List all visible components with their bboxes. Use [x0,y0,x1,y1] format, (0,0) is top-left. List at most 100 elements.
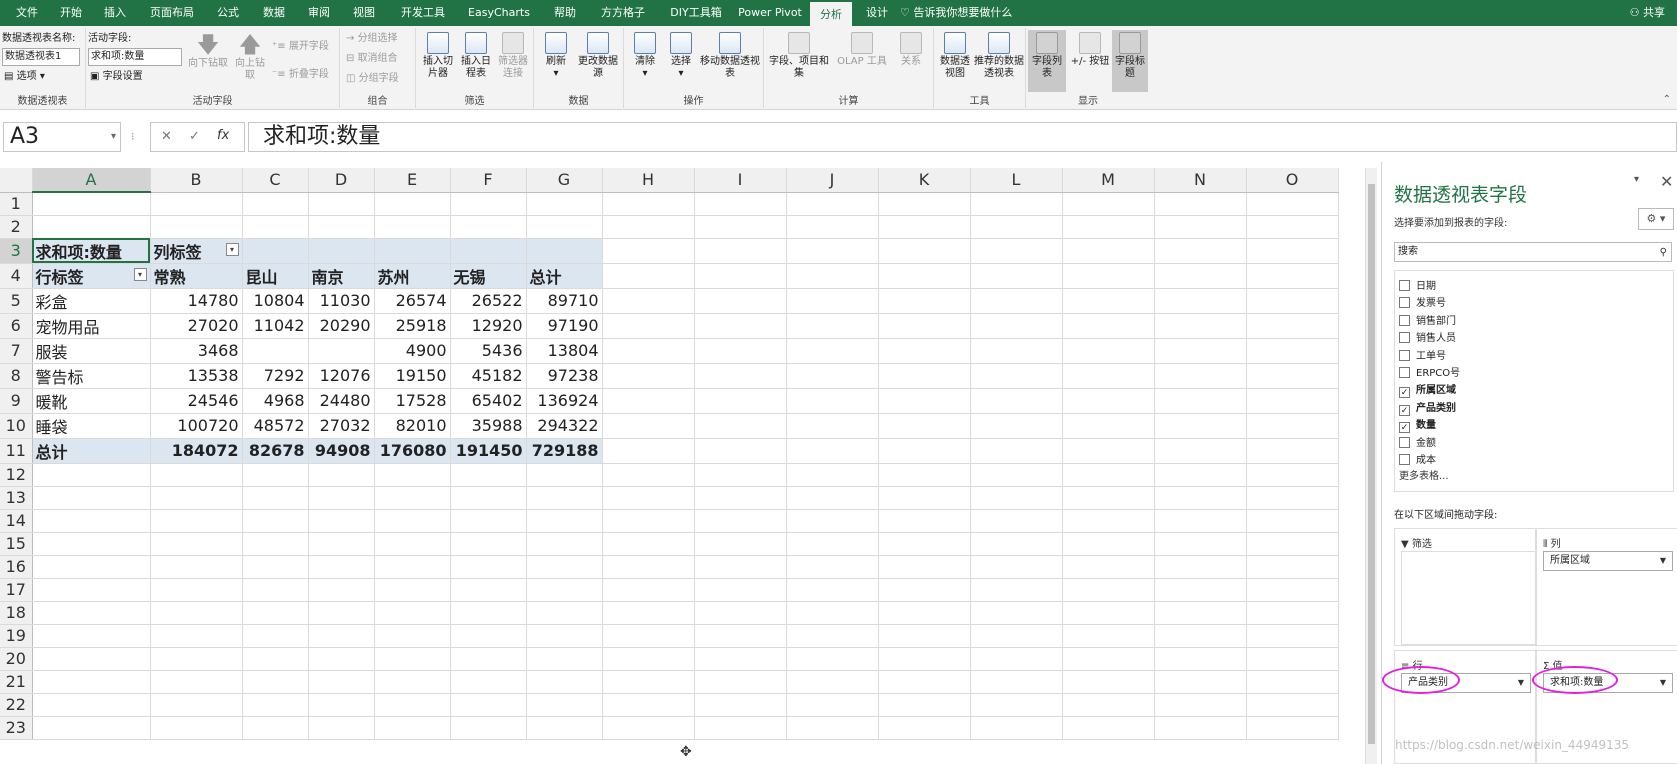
cell[interactable] [786,363,879,389]
row-header[interactable]: 10 [0,413,33,439]
row-header[interactable]: 8 [0,363,33,389]
cell[interactable]: 26522 [450,288,527,314]
field-item[interactable]: ✓ 所属区域 [1399,381,1456,399]
cell[interactable]: 7292 [242,363,309,389]
cell[interactable] [308,238,375,264]
tab-8[interactable]: 视图 [344,0,384,26]
cell[interactable] [526,463,603,487]
cell[interactable] [308,716,375,740]
cell[interactable] [32,192,151,216]
cell[interactable] [242,215,309,239]
cell[interactable] [878,693,971,717]
cell[interactable]: 总计 [526,263,603,289]
cell[interactable] [970,288,1063,314]
cell[interactable] [526,601,603,625]
share-button[interactable]: ⚇ 共享 [1630,0,1665,26]
cell[interactable] [308,578,375,602]
cell[interactable] [450,601,527,625]
cell[interactable] [150,693,243,717]
cell[interactable] [150,716,243,740]
tab-15[interactable]: 分析 [810,0,852,26]
field-item[interactable]: 日期 [1399,277,1436,292]
row-header[interactable]: 11 [0,438,33,464]
cell[interactable] [786,413,879,439]
column-header[interactable]: A [32,168,151,193]
filter-dropdown-icon[interactable]: ▾ [133,267,147,281]
cell[interactable]: 20290 [308,313,375,339]
cell[interactable] [308,509,375,533]
tab-16[interactable]: 设计 [856,0,898,26]
cell[interactable] [450,624,527,648]
cell[interactable] [150,486,243,510]
cell[interactable]: 常熟 [150,263,243,289]
cell[interactable] [602,578,695,602]
cell[interactable] [878,263,971,289]
cell[interactable] [1246,215,1339,239]
cell[interactable] [1154,624,1247,648]
cell[interactable] [786,601,879,625]
column-header[interactable]: K [878,168,971,193]
column-header[interactable]: B [150,168,243,193]
ungroup-button[interactable]: ⊟ 取消组合 [346,52,398,66]
tab-14[interactable]: Power Pivot [736,0,804,26]
cell[interactable] [1154,388,1247,414]
filter-connections-button[interactable]: 筛选器连接 [496,32,530,80]
change-source-button[interactable]: 更改数据源 [576,32,620,80]
cell[interactable] [32,486,151,510]
cell[interactable] [32,670,151,694]
cell[interactable] [786,238,879,264]
cell[interactable] [878,555,971,579]
cell[interactable] [602,238,695,264]
cell[interactable]: 服装 [32,338,151,364]
cell[interactable] [526,578,603,602]
cell[interactable] [242,716,309,740]
cell[interactable] [450,578,527,602]
options-button[interactable]: ▤ 选项 ▾ [4,70,45,84]
cell[interactable] [150,509,243,533]
cell[interactable] [1246,363,1339,389]
checkbox-icon[interactable] [1399,367,1410,378]
cell[interactable] [970,486,1063,510]
cell[interactable] [308,463,375,487]
tab-10[interactable]: EasyCharts [460,0,538,26]
cell[interactable] [602,624,695,648]
cell[interactable] [602,363,695,389]
row-header[interactable]: 18 [0,601,33,625]
cell[interactable] [694,601,787,625]
cell[interactable] [1246,509,1339,533]
cell[interactable] [1154,486,1247,510]
cell[interactable]: 19150 [374,363,451,389]
column-header[interactable]: F [450,168,527,193]
cell[interactable] [694,413,787,439]
cell[interactable] [1062,192,1155,216]
cell[interactable] [878,716,971,740]
cell[interactable] [694,486,787,510]
cell[interactable] [32,601,151,625]
cell[interactable] [1062,670,1155,694]
relationships-button[interactable]: 关系 [892,32,930,68]
cell[interactable] [308,647,375,671]
column-header[interactable]: O [1246,168,1339,193]
field-item[interactable]: 销售部门 [1399,312,1456,327]
cell[interactable] [374,238,451,264]
cell[interactable] [602,388,695,414]
cell[interactable]: 4968 [242,388,309,414]
cell[interactable] [970,338,1063,364]
row-header[interactable]: 9 [0,388,33,414]
field-item[interactable]: 金额 [1399,434,1436,449]
cell[interactable] [694,192,787,216]
cell[interactable] [374,463,451,487]
cell[interactable] [1062,338,1155,364]
cell[interactable] [786,486,879,510]
vertical-scrollbar[interactable] [1365,168,1377,764]
cell[interactable] [786,532,879,556]
row-header[interactable]: 16 [0,555,33,579]
cell[interactable] [1246,578,1339,602]
cell[interactable] [970,716,1063,740]
field-item[interactable]: 成本 [1399,451,1436,466]
recommended-pivot-button[interactable]: 推荐的数据透视表 [974,32,1024,80]
row-header[interactable]: 14 [0,509,33,533]
cell[interactable] [1154,313,1247,339]
cell[interactable] [786,624,879,648]
row-header[interactable]: 1 [0,192,33,216]
